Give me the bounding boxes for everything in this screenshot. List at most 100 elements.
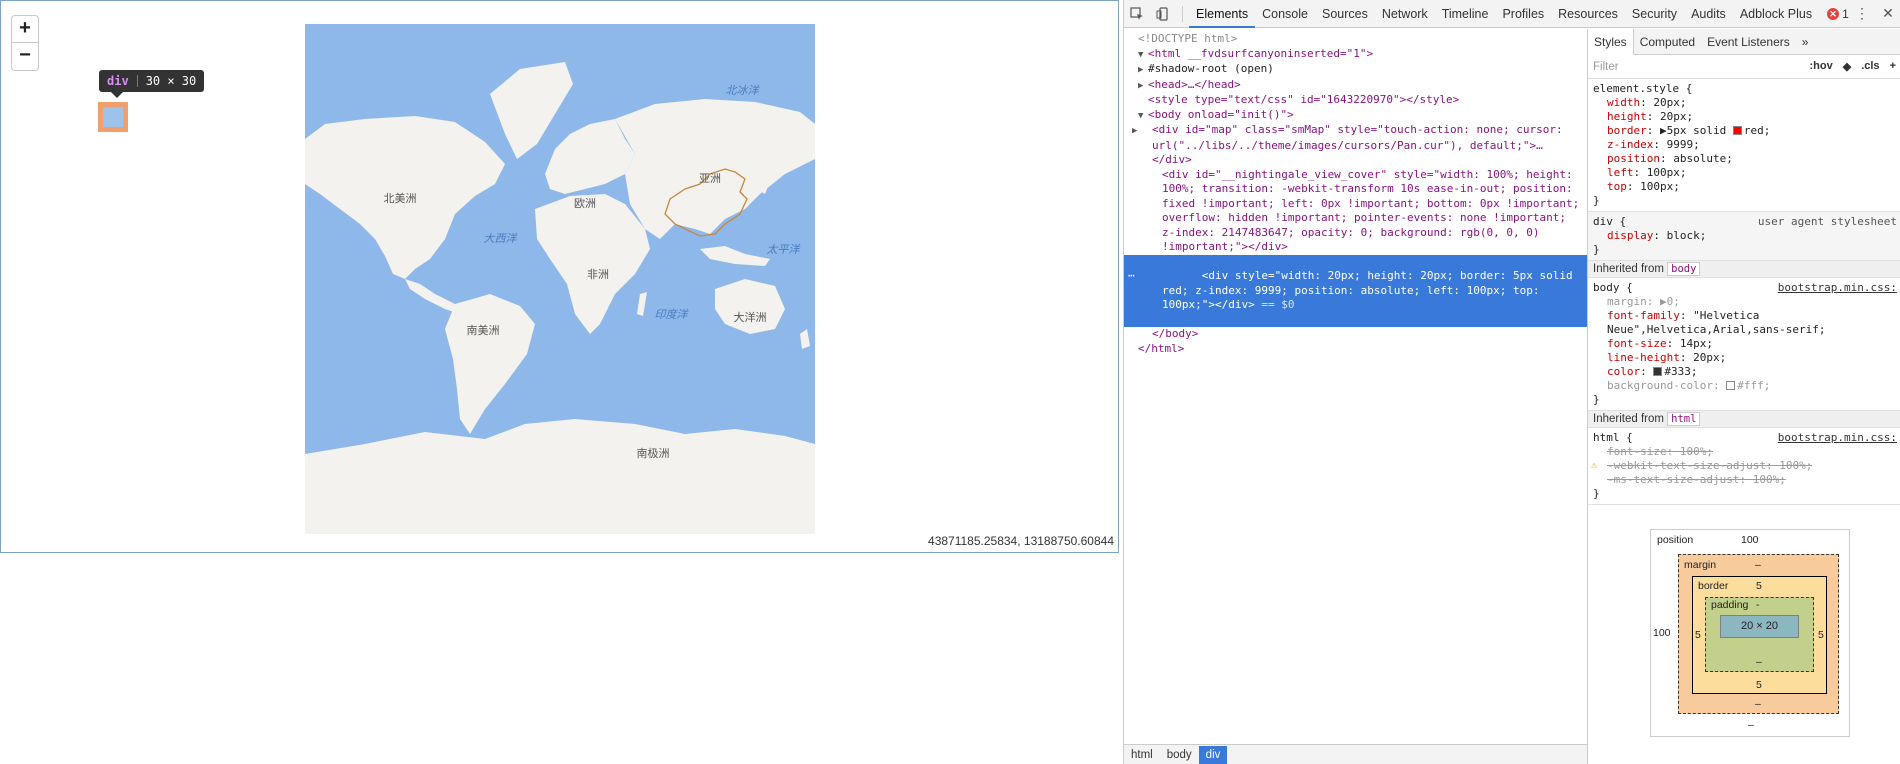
box-border-left[interactable]: 5 [1695,629,1701,641]
tab-console[interactable]: Console [1255,0,1315,28]
box-position-left[interactable]: 100 [1653,627,1671,639]
ellipsis-icon[interactable]: ⋯ [1128,269,1135,284]
breadcrumb-body[interactable]: body [1160,746,1199,764]
box-border: border 5 5 5 5 padding - – 20 × 20 [1692,576,1827,694]
prop-z-index[interactable]: z-index: 9999; [1593,138,1896,152]
box-border-top[interactable]: 5 [1756,580,1762,592]
label-south-america: 南美洲 [467,324,500,337]
box-position-top[interactable]: 100 [1741,534,1759,546]
label-africa: 非洲 [587,268,609,281]
prop-webkit-text-size-adjust[interactable]: ⚠ -webkit-text-size-adjust: 100%; [1591,459,1896,473]
device-mode-icon[interactable] [1150,0,1176,28]
tab-security[interactable]: Security [1625,0,1684,28]
zoom-in-button[interactable]: + [11,15,39,43]
tab-styles[interactable]: Styles [1588,29,1634,55]
tab-profiles[interactable]: Profiles [1495,0,1551,28]
collapsed-triangle-icon[interactable]: ▶ [1138,79,1148,94]
breadcrumb-html[interactable]: html [1124,746,1160,764]
tab-event-listeners[interactable]: Event Listeners [1701,29,1796,55]
expanded-triangle-icon[interactable]: ▼ [1138,109,1148,124]
error-count-badge[interactable]: ✕ 1 [1827,7,1849,21]
tab-sources[interactable]: Sources [1315,0,1375,28]
dom-tree: <!DOCTYPE html> ▼ <html __fvdsurfcanyonin… [1124,29,1587,739]
tab-adblock-plus[interactable]: Adblock Plus [1733,0,1819,28]
box-border-bottom[interactable]: 5 [1756,679,1762,691]
tab-audits[interactable]: Audits [1684,0,1733,28]
collapsed-triangle-icon[interactable]: ▶ [1138,63,1148,78]
rule-source-link[interactable]: bootstrap.min.css: [1778,281,1897,295]
dom-html-close[interactable]: </html> [1124,342,1587,357]
tab-computed[interactable]: Computed [1634,29,1701,55]
prop-top[interactable]: top: 100px; [1593,180,1896,194]
box-margin-bottom[interactable]: – [1755,698,1761,710]
styles-filter-bar: Filter :hov ◆ .cls + [1588,55,1900,79]
dom-cover-div[interactable]: <div id="__nightingale_view_cover" style… [1124,168,1587,255]
page-viewport: + − div 30 × 30 北美洲 南美洲 欧洲 非洲 亚洲 大洋洲 南极洲… [0,0,1123,764]
class-toggle[interactable]: .cls [1861,60,1879,73]
prop-color[interactable]: color: #333; [1593,365,1896,379]
styles-pane: Styles Computed Event Listeners » Filter… [1587,29,1900,764]
world-map[interactable]: 北美洲 南美洲 欧洲 非洲 亚洲 大洋洲 南极洲 大西洋 北冰洋 太平洋 印度洋 [305,24,815,534]
dom-head[interactable]: ▶ <head>…</head> [1124,78,1587,94]
element-inspect-tooltip: div 30 × 30 [99,70,205,98]
inherited-body-tag[interactable]: body [1667,262,1701,276]
more-options-icon[interactable]: ⋮ [1849,0,1875,28]
color-swatch[interactable] [1726,381,1736,390]
rule-close: } [1593,393,1600,406]
tab-resources[interactable]: Resources [1551,0,1625,28]
styles-filter-input[interactable]: Filter [1593,61,1619,73]
color-swatch[interactable] [1653,367,1663,376]
box-content[interactable]: 20 × 20 [1720,615,1799,638]
add-rule-button[interactable]: + [1890,60,1896,73]
prop-ms-text-size-adjust[interactable]: -ms-text-size-adjust: 100%; [1593,473,1896,487]
label-oceania: 大洋洲 [734,310,767,324]
box-border-right[interactable]: 5 [1818,629,1824,641]
box-padding-bottom[interactable]: – [1756,656,1762,668]
box-border-label: border [1698,580,1729,592]
dom-body-close[interactable]: </body> [1124,327,1587,342]
prop-font-family[interactable]: font-family: "Helvetica Neue",Helvetica,… [1593,309,1896,337]
label-atlantic: 大西洋 [484,232,519,245]
prop-font-size[interactable]: font-size: 100%; [1593,445,1896,459]
collapsed-triangle-icon[interactable]: ▶ [1132,124,1152,139]
prop-height[interactable]: height: 20px; [1593,110,1896,124]
prop-line-height[interactable]: line-height: 20px; [1593,351,1896,365]
toolbar-divider [1182,5,1183,22]
hover-state-toggle[interactable]: :hov [1810,60,1833,73]
prop-position[interactable]: position: absolute; [1593,152,1896,166]
tab-elements[interactable]: Elements [1189,0,1256,28]
prop-font-size[interactable]: font-size: 14px; [1593,337,1896,351]
paint-icon[interactable]: ◆ [1843,60,1851,73]
dom-selected-div[interactable]: ⋯ <div style="width: 20px; height: 20px; … [1124,254,1587,327]
breadcrumb-div[interactable]: div [1198,745,1228,764]
tab-timeline[interactable]: Timeline [1435,0,1496,28]
dom-html-open[interactable]: ▼ <html __fvdsurfcanyoninserted="1"> [1124,47,1587,63]
label-antarctica: 南极洲 [637,446,670,460]
dom-map-div[interactable]: ▶ <div id="map" class="smMap" style="touc… [1124,123,1587,168]
prop-width[interactable]: width: 20px; [1593,96,1896,110]
dom-style[interactable]: <style type="text/css" id="1643220970"><… [1124,93,1587,108]
tab-network[interactable]: Network [1375,0,1435,28]
expanded-triangle-icon[interactable]: ▼ [1138,48,1148,63]
map-container[interactable]: + − div 30 × 30 北美洲 南美洲 欧洲 非洲 亚洲 大洋洲 南极洲… [0,0,1119,553]
rule-selector[interactable]: element.style { [1593,82,1896,96]
box-padding-top[interactable]: - [1756,599,1760,611]
dom-body-open[interactable]: ▼ <body onload="init()"> [1124,108,1587,124]
more-tabs-icon[interactable]: » [1796,29,1815,55]
prop-border[interactable]: border: ▶5px solid red; [1593,124,1896,138]
dom-doctype[interactable]: <!DOCTYPE html> [1124,32,1587,47]
prop-background-color[interactable]: background-color: #fff; [1593,379,1896,393]
box-position-bottom[interactable]: – [1748,719,1754,731]
box-margin-top[interactable]: – [1755,559,1761,571]
dom-shadow-root[interactable]: ▶ #shadow-root (open) [1124,62,1587,78]
box-padding: padding - – 20 × 20 [1705,597,1814,672]
rule-div-ua: div { user agent stylesheet display: blo… [1588,212,1900,261]
inspect-element-icon[interactable] [1124,0,1150,28]
inherited-html-tag[interactable]: html [1667,412,1701,426]
rule-source-link[interactable]: bootstrap.min.css: [1778,431,1897,445]
prop-margin[interactable]: margin: ▶0; [1593,295,1896,309]
close-icon[interactable]: ✕ [1875,0,1900,28]
prop-left[interactable]: left: 100px; [1593,166,1896,180]
zoom-out-button[interactable]: − [11,43,39,71]
color-swatch[interactable] [1732,126,1742,135]
